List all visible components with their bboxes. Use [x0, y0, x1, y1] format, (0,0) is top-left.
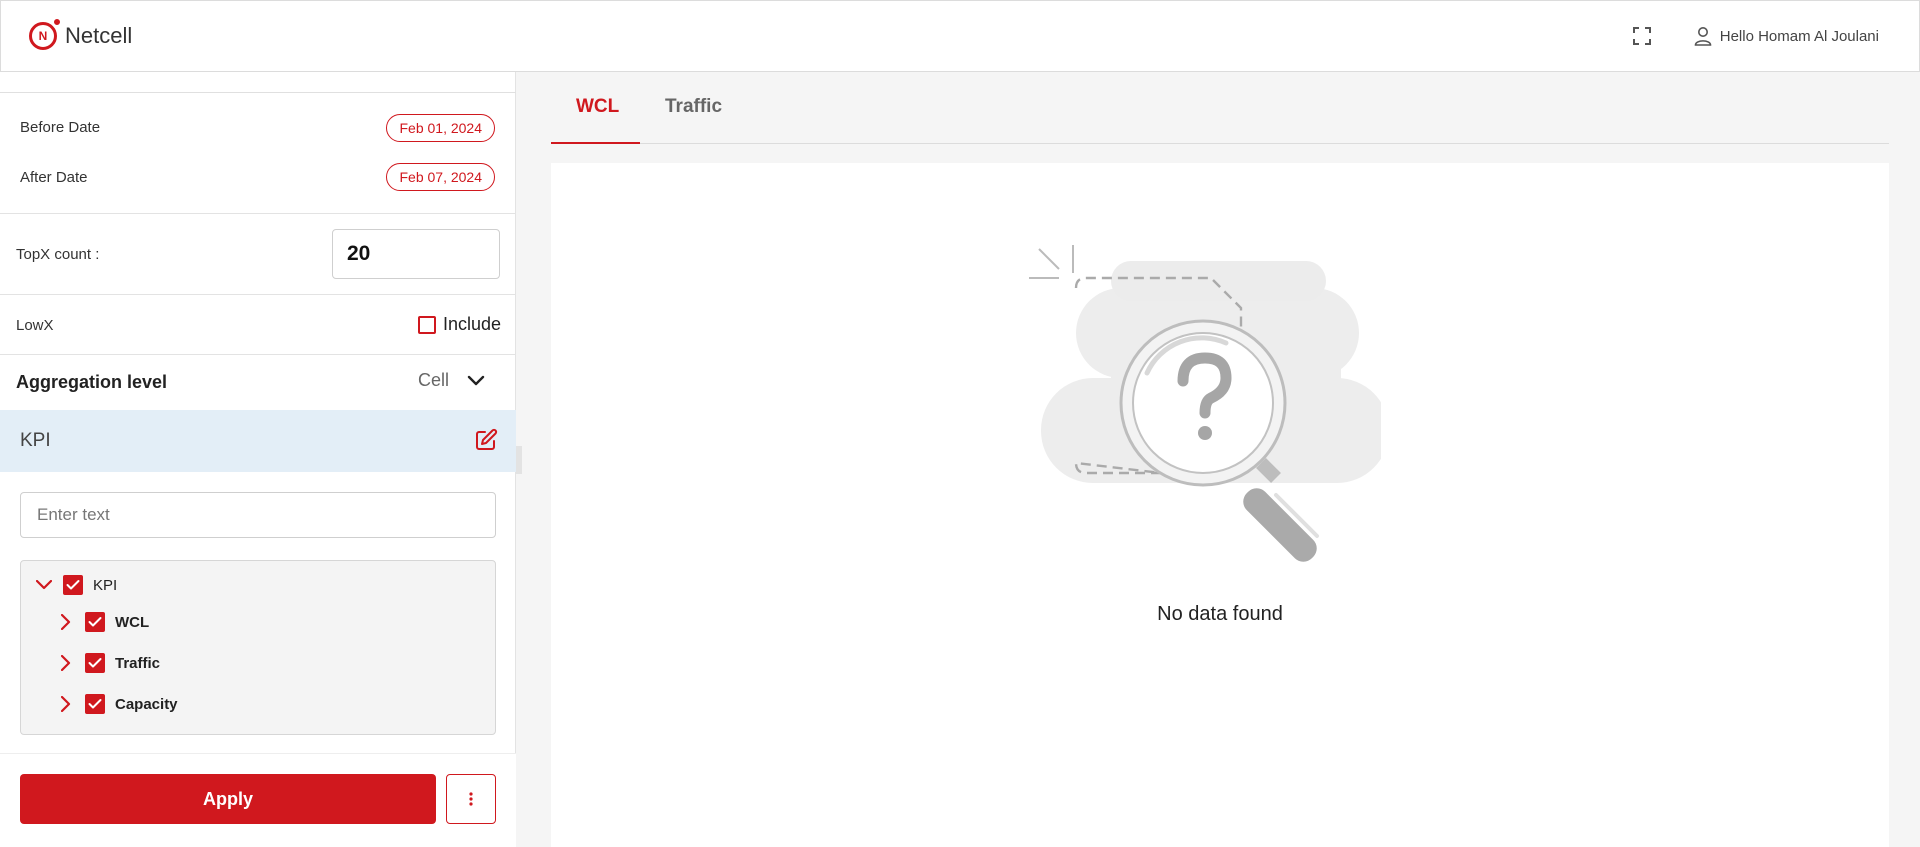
tree-item-label: KPI [93, 576, 118, 594]
chevron-down-icon [467, 375, 485, 385]
tree-item-label: WCL [115, 613, 150, 631]
after-date-picker[interactable]: Feb 07, 2024 [386, 163, 495, 191]
more-vertical-icon [469, 792, 473, 806]
logo-mark: N [29, 17, 62, 50]
brand-name: Netcell [65, 23, 133, 48]
tree-item-label: Traffic [115, 654, 161, 672]
content-panel: No data found [551, 163, 1889, 847]
chevron-right-icon[interactable] [57, 654, 75, 672]
kpi-tabs: WCL Traffic [551, 72, 1889, 144]
filter-sidebar: Before Date Feb 01, 2024 After Date Feb … [0, 72, 516, 847]
aggregation-value: Cell [417, 370, 449, 390]
kpi-section-header: KPI [0, 410, 516, 472]
apply-button[interactable]: Apply [20, 774, 436, 824]
chevron-right-icon[interactable] [57, 695, 75, 713]
sidebar-divider [0, 92, 516, 93]
tree-item-wcl[interactable]: WCL [57, 612, 149, 632]
after-date-label: After Date [20, 169, 88, 186]
topx-label: TopX count : [16, 246, 100, 263]
before-date-picker[interactable]: Feb 01, 2024 [386, 114, 495, 142]
tree-item-label: Capacity [115, 695, 178, 713]
check-icon[interactable] [85, 612, 105, 632]
user-greeting: Hello Homam Al Joulani [1719, 27, 1879, 45]
empty-state-message: No data found [1157, 603, 1283, 625]
topx-count-input[interactable]: 20 [332, 229, 500, 279]
divider [0, 213, 516, 214]
user-icon [1694, 27, 1712, 46]
tab-traffic[interactable]: Traffic [665, 96, 722, 118]
sidebar-scroll-handle[interactable] [516, 446, 522, 474]
tree-item-traffic[interactable]: Traffic [57, 653, 160, 673]
lowx-include-checkbox[interactable]: Include [417, 314, 501, 335]
aggregation-label: Aggregation level [16, 372, 168, 392]
chevron-right-icon[interactable] [57, 613, 75, 631]
checkbox[interactable] [417, 315, 436, 334]
lowx-label: LowX [16, 317, 54, 334]
header-actions: Hello Homam Al Joulani [1630, 24, 1879, 48]
logo-letter: N [38, 29, 48, 43]
fullscreen-icon[interactable] [1630, 24, 1654, 48]
kpi-tree: KPI WCL Traffic Capacity [20, 560, 496, 735]
user-menu[interactable]: Hello Homam Al Joulani [1694, 26, 1879, 46]
before-date-label: Before Date [20, 119, 101, 136]
magnifier-question-illustration [1029, 245, 1381, 562]
top-header: N Netcell Hello Homam Al Joulani [0, 0, 1920, 72]
chevron-down-icon[interactable] [35, 576, 53, 594]
tree-item-kpi[interactable]: KPI [35, 575, 117, 595]
tab-wcl[interactable]: WCL [576, 96, 619, 118]
kpi-section-title: KPI [20, 430, 51, 451]
kpi-search-input[interactable]: Enter text [20, 492, 496, 538]
tree-item-capacity[interactable]: Capacity [57, 694, 178, 714]
check-icon[interactable] [85, 694, 105, 714]
logo-dot [52, 17, 62, 27]
check-icon[interactable] [85, 653, 105, 673]
more-options-button[interactable] [446, 774, 496, 824]
active-tab-indicator [551, 142, 640, 144]
divider [0, 354, 516, 355]
divider [0, 294, 516, 295]
check-icon[interactable] [63, 575, 83, 595]
aggregation-select[interactable]: Cell [418, 370, 485, 391]
brand-logo[interactable]: N Netcell [29, 17, 133, 50]
include-label: Include [442, 314, 501, 334]
edit-icon[interactable] [474, 428, 498, 452]
sidebar-actions: Apply [0, 753, 516, 847]
